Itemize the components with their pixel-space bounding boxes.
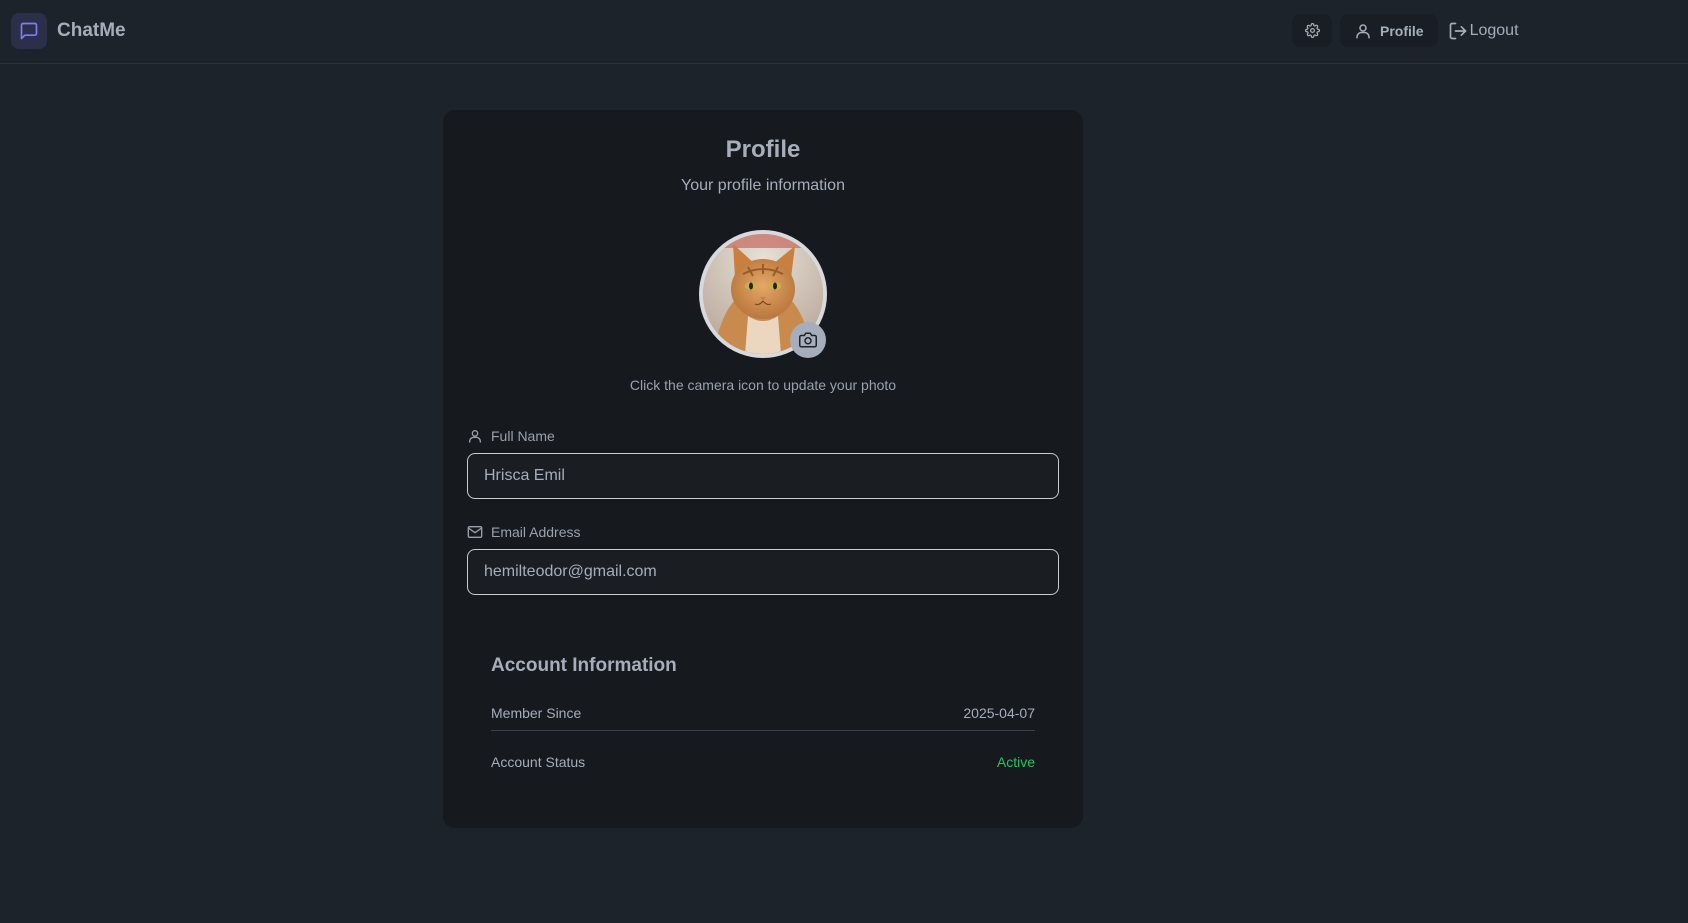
brand-link[interactable]: ChatMe — [11, 13, 126, 49]
member-since-row: Member Since 2025-04-07 — [491, 705, 1035, 721]
change-photo-button[interactable] — [790, 322, 826, 358]
full-name-label: Full Name — [467, 428, 555, 444]
profile-card: Profile Your profile information Click t… — [443, 110, 1083, 828]
email-label-text: Email Address — [491, 524, 581, 540]
account-status-label: Account Status — [491, 754, 586, 770]
mail-icon — [467, 526, 483, 538]
page-subtitle: Your profile information — [681, 177, 845, 194]
log-out-icon — [1449, 22, 1466, 39]
brand-name: ChatMe — [57, 20, 126, 41]
profile-button-label: Profile — [1380, 22, 1424, 39]
account-divider — [491, 730, 1035, 731]
logout-button-label: Logout — [1469, 21, 1519, 39]
message-square-icon — [11, 13, 47, 49]
gear-icon — [1304, 23, 1320, 38]
member-since-value: 2025-04-07 — [963, 705, 1035, 721]
settings-button[interactable] — [1292, 14, 1332, 47]
camera-icon — [799, 332, 817, 348]
profile-button[interactable]: Profile — [1340, 14, 1438, 47]
full-name-field[interactable] — [467, 453, 1059, 499]
user-icon — [469, 430, 481, 443]
nav-actions: Profile Logout — [1292, 14, 1519, 47]
navbar: ChatMe Profile Logout — [0, 0, 1688, 64]
user-icon — [1356, 23, 1370, 38]
avatar-container — [699, 230, 827, 358]
account-status-value: Active — [996, 754, 1035, 770]
logout-button[interactable]: Logout — [1446, 14, 1519, 47]
page-title: Profile — [725, 136, 801, 163]
full-name-label-text: Full Name — [491, 428, 555, 444]
account-info-title: Account Information — [491, 655, 677, 676]
account-status-row: Account Status Active — [491, 754, 1035, 770]
member-since-label: Member Since — [491, 705, 582, 721]
photo-hint: Click the camera icon to update your pho… — [629, 377, 897, 393]
email-field[interactable] — [467, 549, 1059, 595]
email-label: Email Address — [467, 524, 580, 540]
